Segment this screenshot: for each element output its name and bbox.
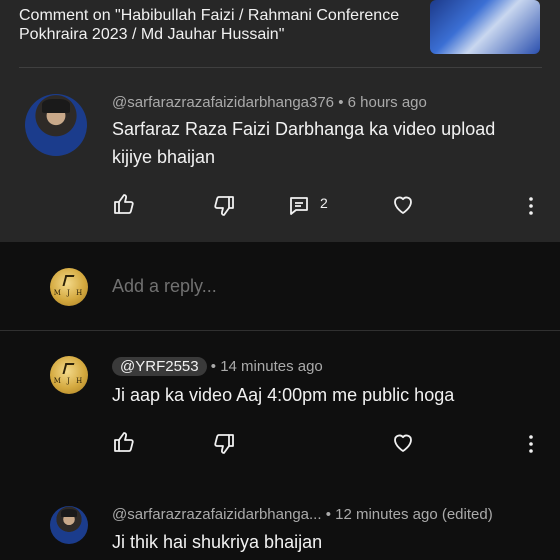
reply-handle[interactable]: @sarfarazrazafaizidarbhanga... xyxy=(112,506,322,523)
comment-context-header[interactable]: Comment on "Habibullah Faizi / Rahmani C… xyxy=(0,0,560,70)
like-icon[interactable] xyxy=(112,430,136,454)
meta-separator: • xyxy=(338,94,348,111)
more-options-icon[interactable] xyxy=(519,432,543,456)
divider xyxy=(0,330,560,331)
avatar[interactable]: M J H xyxy=(50,356,88,394)
avatar[interactable] xyxy=(25,94,87,156)
avatar[interactable] xyxy=(50,506,88,544)
divider xyxy=(19,67,542,68)
add-reply-input[interactable]: Add a reply... xyxy=(112,276,217,297)
main-comment: @sarfarazrazafaizidarbhanga376 • 6 hours… xyxy=(0,70,560,242)
reply-icon[interactable] xyxy=(287,194,311,218)
video-thumbnail[interactable] xyxy=(430,0,540,54)
logo-mark xyxy=(63,362,75,374)
logo-text: M J H xyxy=(53,288,85,297)
more-options-icon[interactable] xyxy=(519,194,543,218)
comment-meta: @sarfarazrazafaizidarbhanga376 • 6 hours… xyxy=(112,94,427,111)
heart-icon[interactable] xyxy=(391,193,415,217)
reply-time: 14 minutes ago xyxy=(220,358,323,375)
reply-count[interactable]: 2 xyxy=(320,195,328,211)
meta-separator: • xyxy=(325,506,336,523)
logo-text: M J H xyxy=(53,376,85,385)
reply-text: Ji aap ka video Aaj 4:00pm me public hog… xyxy=(112,385,455,405)
reply-time: 12 minutes ago (edited) xyxy=(335,506,493,523)
reply-meta: @sarfarazrazafaizidarbhanga... • 12 minu… xyxy=(112,506,493,523)
like-icon[interactable] xyxy=(112,192,136,216)
meta-separator: • xyxy=(210,358,221,375)
heart-icon[interactable] xyxy=(391,431,415,455)
dislike-icon[interactable] xyxy=(212,432,236,456)
comment-text: Sarfaraz Raza Faizi Darbhanga ka video u… xyxy=(112,119,496,167)
comment-handle[interactable]: @sarfarazrazafaizidarbhanga376 xyxy=(112,94,334,111)
context-title: Comment on "Habibullah Faizi / Rahmani C… xyxy=(19,7,400,43)
logo-mark xyxy=(63,274,75,286)
dislike-icon[interactable] xyxy=(212,194,236,218)
reply-text: Ji thik hai shukriya bhaijan xyxy=(112,532,323,552)
current-user-avatar: M J H xyxy=(50,268,88,306)
reply-meta: @YRF2553 • 14 minutes ago xyxy=(112,357,323,376)
reply-handle-chip[interactable]: @YRF2553 xyxy=(112,357,207,376)
comment-time: 6 hours ago xyxy=(347,94,427,111)
